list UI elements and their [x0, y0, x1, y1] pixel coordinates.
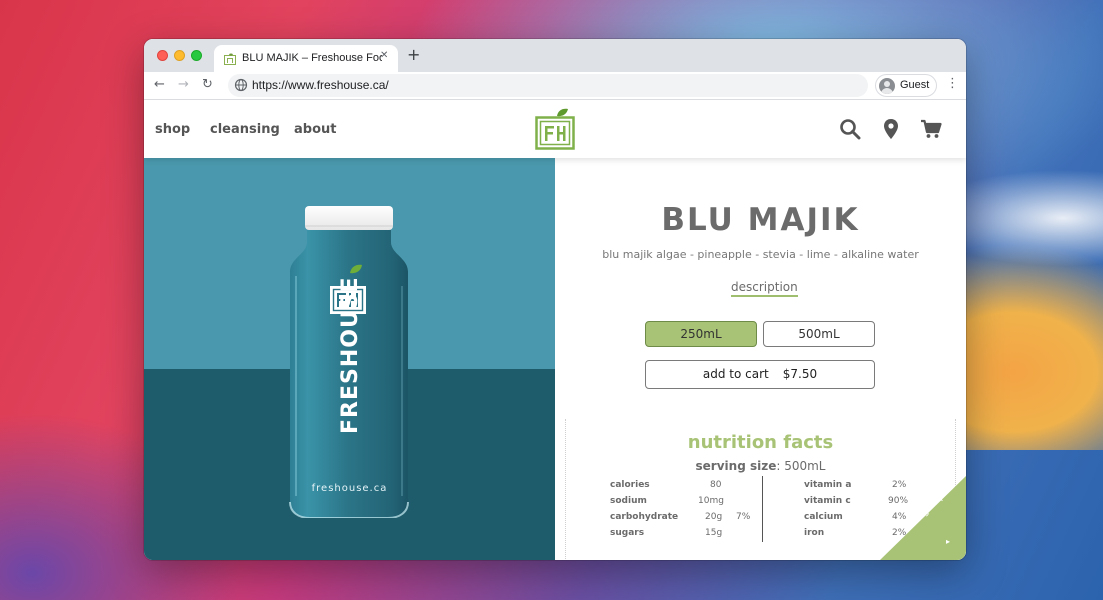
nutrient-value: 20g: [705, 512, 723, 522]
nutrient-value: 15g: [705, 528, 723, 538]
product-detail: BLU MAJIK blu majik algae - pineapple - …: [555, 158, 966, 560]
avatar-icon: [879, 78, 895, 94]
nutrient-name: vitamin c: [804, 496, 851, 506]
nutrient-value: 4%: [892, 512, 907, 522]
minimize-window-button[interactable]: [174, 50, 185, 61]
price: $7.50: [782, 367, 818, 381]
profile-label: Guest: [900, 79, 930, 91]
tab-title: BLU MAJIK – Freshouse Food &: [242, 52, 382, 64]
browser-tab[interactable]: BLU MAJIK – Freshouse Food & ✕: [214, 45, 398, 72]
freshouse-logo[interactable]: [535, 107, 577, 151]
cart-icon[interactable]: [920, 118, 942, 140]
favicon-icon: [224, 53, 236, 65]
nutrient-name: carbohydrate: [610, 512, 679, 522]
globe-icon: [234, 78, 248, 92]
serving-size: serving size: 500mL: [555, 459, 966, 473]
product-ingredients: blu majik algae - pineapple - stevia - l…: [602, 248, 919, 261]
address-bar[interactable]: https://www.freshouse.ca/: [228, 74, 868, 97]
tab-close-icon[interactable]: ✕: [380, 50, 388, 61]
back-icon[interactable]: ←: [154, 77, 165, 92]
description-link[interactable]: description: [731, 280, 798, 297]
reload-icon[interactable]: ↻: [202, 77, 213, 92]
url-text: https://www.freshouse.ca/: [252, 78, 389, 92]
browser-toolbar: ← → ↻ https://www.freshouse.ca/ Guest ⋮: [144, 72, 966, 100]
webpage: shop cleansing about FRESHOUSE freshouse…: [144, 100, 966, 560]
size-option-250ml[interactable]: 250mL: [645, 321, 757, 347]
nutrient-value: 80: [710, 480, 722, 490]
tab-strip: BLU MAJIK – Freshouse Food & ✕ +: [144, 39, 966, 72]
add-to-cart-label: add to cart: [702, 367, 769, 381]
nutrient-value: 2%: [892, 480, 907, 490]
nutrient-name: calcium: [804, 512, 843, 522]
nutrient-name: sodium: [610, 496, 647, 506]
nutrition-title: nutrition facts: [687, 432, 834, 453]
browser-menu-icon[interactable]: ⋮: [946, 76, 959, 91]
bottle-url-text: freshouse.ca: [311, 483, 388, 494]
nav-about[interactable]: about: [294, 122, 336, 137]
zoom-window-button[interactable]: [191, 50, 202, 61]
browser-window: BLU MAJIK – Freshouse Food & ✕ + ← → ↻ h…: [144, 39, 966, 560]
nutrition-column-divider: [762, 476, 763, 542]
serving-size-label: serving size: [695, 459, 777, 473]
nav-shop[interactable]: shop: [155, 122, 190, 137]
location-pin-icon[interactable]: [880, 118, 902, 140]
product-image: FRESHOUSE freshouse.ca: [144, 158, 555, 560]
nutrient-value: 10mg: [698, 496, 724, 506]
site-header: shop cleansing about: [144, 100, 966, 158]
size-option-500ml[interactable]: 500mL: [763, 321, 875, 347]
nutrient-value: 90%: [888, 496, 909, 506]
nav-cleansing[interactable]: cleansing: [210, 122, 280, 137]
nutrient-name: sugars: [610, 528, 645, 538]
nutrient-percent: 7%: [736, 512, 751, 522]
product-title: BLU MAJIK: [661, 202, 860, 238]
serving-size-value: : 500mL: [776, 459, 826, 473]
add-to-cart-button[interactable]: add to cart $7.50: [645, 360, 875, 389]
nutrient-name: vitamin a: [804, 480, 852, 490]
nutrient-name: calories: [610, 480, 650, 490]
forward-icon[interactable]: →: [178, 77, 189, 92]
nutrient-name: iron: [804, 528, 825, 538]
profile-button[interactable]: Guest: [875, 74, 937, 97]
signup-arrow-icon: ▸: [946, 537, 951, 546]
bottle-brand-text: FRESHOUSE: [338, 276, 363, 434]
close-window-button[interactable]: [157, 50, 168, 61]
search-icon[interactable]: [839, 118, 861, 140]
new-tab-button[interactable]: +: [407, 45, 420, 64]
